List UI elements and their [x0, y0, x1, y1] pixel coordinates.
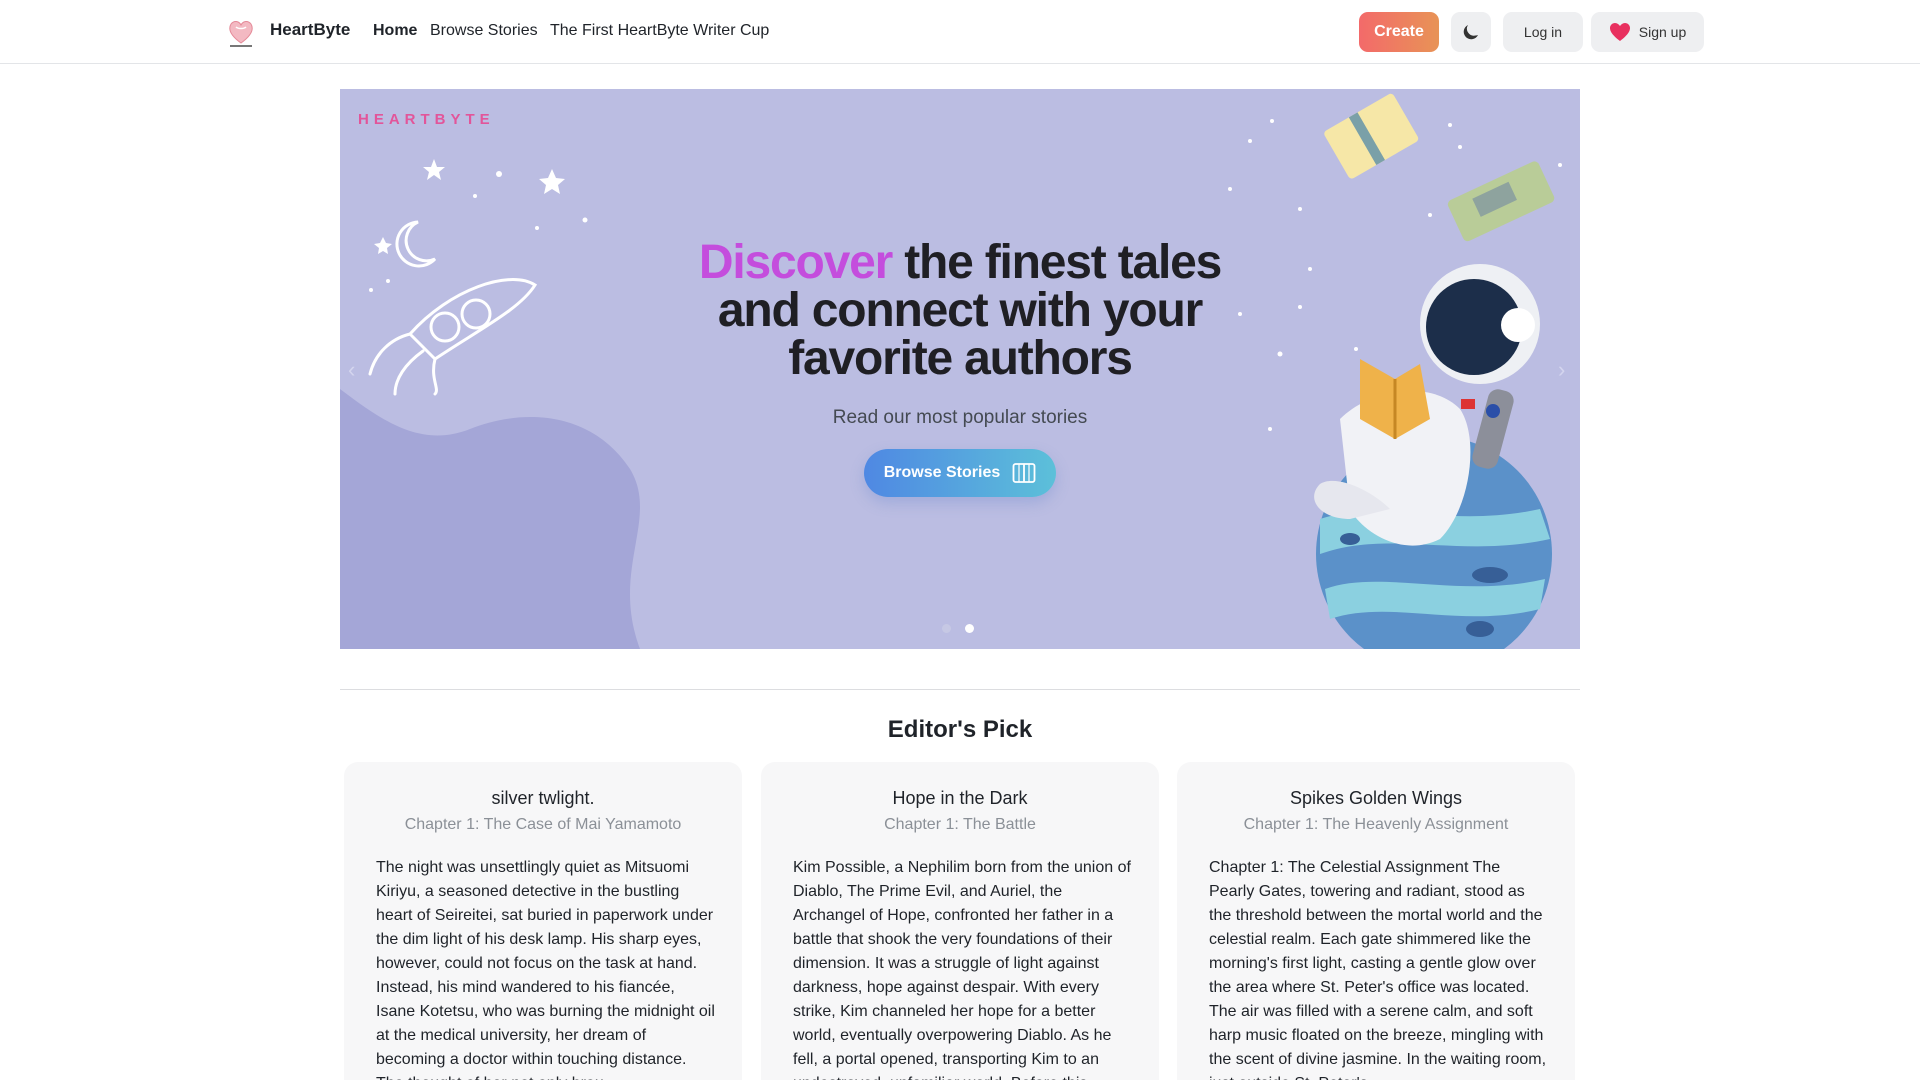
hero-carousel: HEARTBYTE Discover the finest tales and … — [340, 89, 1580, 649]
story-excerpt: Kim Possible, a Nephilim born from the u… — [793, 859, 1131, 1080]
carousel-dot-2[interactable] — [965, 624, 974, 633]
editors-pick-title: Editor's Pick — [887, 716, 1033, 743]
heartbyte-logo[interactable] — [224, 15, 258, 49]
hero-title: Discover the finest tales and connect wi… — [680, 239, 1240, 383]
story-title[interactable]: Hope in the Dark — [761, 788, 1159, 809]
hero-button-label: Browse Stories — [883, 464, 1001, 481]
story-excerpt: The night was unsettlingly quiet as Mits… — [376, 859, 715, 1080]
section-divider — [340, 689, 1580, 690]
nav-home[interactable]: Home — [373, 22, 417, 40]
story-card[interactable]: Spikes Golden Wings Chapter 1: The Heave… — [1177, 762, 1575, 1080]
hero-subtitle: Read our most popular stories — [832, 407, 1088, 428]
brand-name[interactable]: HeartByte — [270, 20, 350, 40]
story-card[interactable]: Hope in the Dark Chapter 1: The Battle K… — [761, 762, 1159, 1080]
create-button[interactable]: Create — [1359, 12, 1439, 52]
heart-icon — [1609, 23, 1630, 41]
carousel-next-arrow[interactable]: › — [1558, 357, 1565, 383]
carousel-indicators — [942, 624, 974, 633]
moon-icon — [1463, 25, 1478, 40]
story-chapter: Chapter 1: The Heavenly Assignment — [1243, 816, 1509, 833]
theme-toggle-button[interactable] — [1451, 12, 1491, 52]
book-open-icon — [1012, 463, 1036, 483]
story-chapter: Chapter 1: The Battle — [884, 816, 1036, 833]
story-excerpt: Chapter 1: The Celestial Assignment The … — [1209, 859, 1547, 1080]
login-button[interactable]: Log in — [1503, 12, 1583, 52]
story-title[interactable]: Spikes Golden Wings — [1177, 788, 1575, 809]
nav-browse-stories[interactable]: Browse Stories — [430, 22, 538, 40]
carousel-prev-arrow[interactable]: ‹ — [348, 357, 355, 383]
story-chapter: Chapter 1: The Case of Mai Yamamoto — [404, 816, 682, 833]
carousel-dot-1[interactable] — [942, 624, 951, 633]
hero-browse-stories-button[interactable]: Browse Stories — [864, 449, 1056, 497]
story-card[interactable]: silver twlight. Chapter 1: The Case of M… — [344, 762, 742, 1080]
top-navbar: HeartByte Home Browse Stories The First … — [0, 0, 1920, 64]
nav-writer-cup[interactable]: The First HeartByte Writer Cup — [550, 22, 769, 40]
hero-title-accent: Discover — [698, 236, 893, 289]
signup-label: Sign up — [1638, 24, 1687, 40]
story-title[interactable]: silver twlight. — [344, 788, 742, 809]
signup-button[interactable]: Sign up — [1591, 12, 1704, 52]
